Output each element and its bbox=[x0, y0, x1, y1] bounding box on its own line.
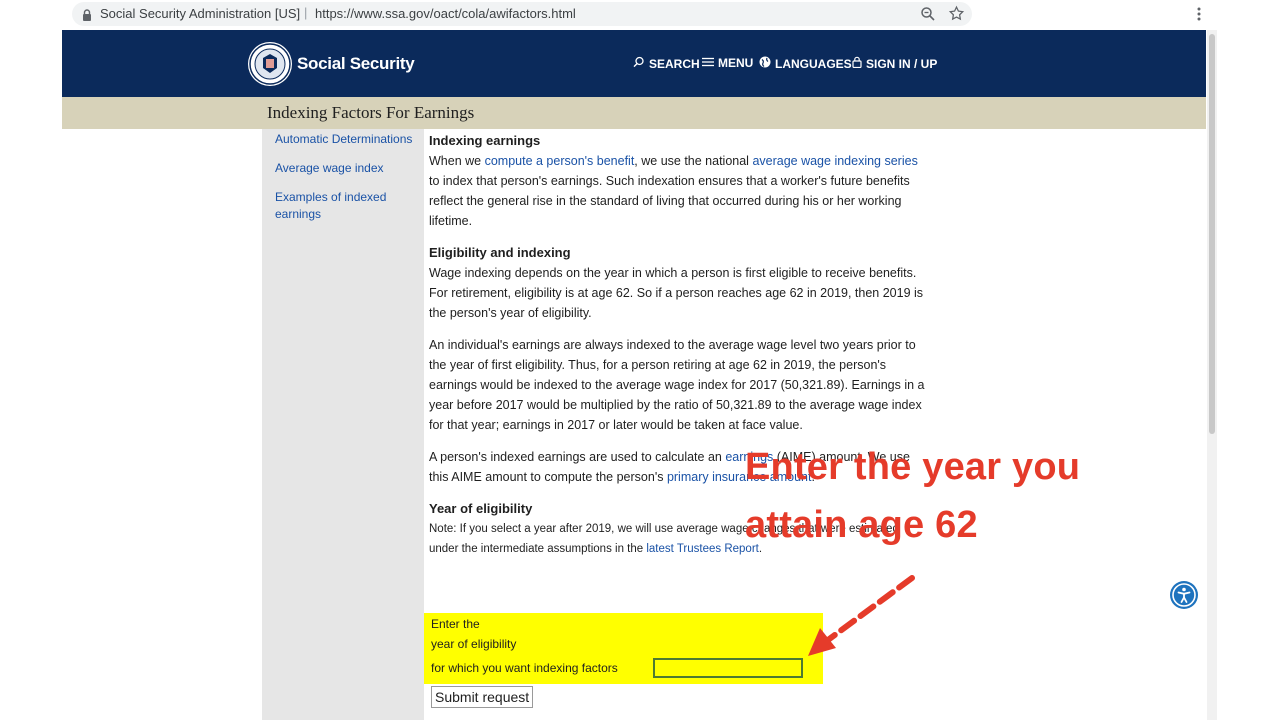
nav-menu[interactable]: MENU bbox=[702, 56, 753, 70]
text: , we use the national bbox=[634, 154, 753, 168]
form-label-line2: year of eligibility bbox=[431, 637, 517, 651]
hamburger-menu-icon bbox=[702, 56, 714, 70]
dashed-arrow-icon bbox=[808, 575, 915, 656]
nav-menu-label: MENU bbox=[718, 56, 754, 70]
text: When we bbox=[429, 154, 485, 168]
nav-languages-label: LANGUAGES bbox=[775, 56, 852, 71]
sidebar-item-automatic-determinations[interactable]: Automatic Determinations bbox=[275, 131, 423, 148]
site-identity: Social Security Administration [US] bbox=[100, 6, 301, 21]
zoom-icon[interactable] bbox=[920, 6, 936, 27]
nav-signin-label: SIGN IN / UP bbox=[866, 56, 938, 71]
annotation-line1: Enter the year you bbox=[745, 446, 1081, 488]
nav-search[interactable]: SEARCH bbox=[633, 56, 700, 71]
nav-languages[interactable]: LANGUAGES bbox=[759, 56, 852, 71]
url-text[interactable]: https://www.ssa.gov/oact/cola/awifactors… bbox=[315, 6, 576, 21]
text: to index that person's earnings. Such in… bbox=[429, 174, 910, 228]
link-compute-benefit[interactable]: compute a person's benefit bbox=[485, 154, 635, 168]
globe-icon bbox=[759, 56, 771, 71]
section-heading-indexing-earnings: Indexing earnings bbox=[429, 133, 541, 148]
url-separator: | bbox=[304, 5, 308, 20]
browser-menu-icon[interactable] bbox=[1192, 6, 1206, 27]
link-trustees-report[interactable]: latest Trustees Report bbox=[646, 543, 759, 555]
paragraph-indexing-earnings: When we compute a person's benefit, we u… bbox=[429, 151, 929, 231]
year-of-eligibility-input[interactable] bbox=[653, 658, 803, 678]
bookmark-star-icon[interactable] bbox=[948, 5, 965, 27]
text: A person's indexed earnings are used to … bbox=[429, 450, 726, 464]
search-icon bbox=[633, 56, 645, 71]
lock-icon bbox=[82, 8, 92, 26]
ssa-seal-logo[interactable] bbox=[248, 42, 292, 86]
accessibility-icon[interactable] bbox=[1170, 581, 1198, 609]
paragraph-individual-earnings: An individual's earnings are always inde… bbox=[429, 338, 925, 432]
nav-signin[interactable]: SIGN IN / UP bbox=[852, 56, 937, 71]
form-label-line1: Enter the bbox=[431, 617, 480, 631]
lock-icon bbox=[852, 56, 862, 71]
sidebar-item-examples-indexed-earnings[interactable]: Examples of indexed earnings bbox=[275, 189, 400, 223]
form-label-line3: for which you want indexing factors bbox=[431, 661, 618, 675]
scrollbar-thumb[interactable] bbox=[1209, 34, 1215, 434]
page-title-bar bbox=[62, 97, 1206, 129]
nav-search-label: SEARCH bbox=[649, 56, 700, 71]
sidebar-item-average-wage-index[interactable]: Average wage index bbox=[275, 160, 423, 177]
section-heading-eligibility-indexing: Eligibility and indexing bbox=[429, 245, 571, 260]
annotation-line2: attain age 62 bbox=[745, 504, 978, 546]
submit-request-button[interactable]: Submit request bbox=[431, 686, 534, 708]
paragraph-wage-indexing: Wage indexing depends on the year in whi… bbox=[429, 266, 924, 320]
page-title: Indexing Factors For Earnings bbox=[267, 103, 475, 122]
link-average-wage-indexing-series[interactable]: average wage indexing series bbox=[752, 154, 917, 168]
site-brand[interactable]: Social Security bbox=[297, 54, 415, 74]
